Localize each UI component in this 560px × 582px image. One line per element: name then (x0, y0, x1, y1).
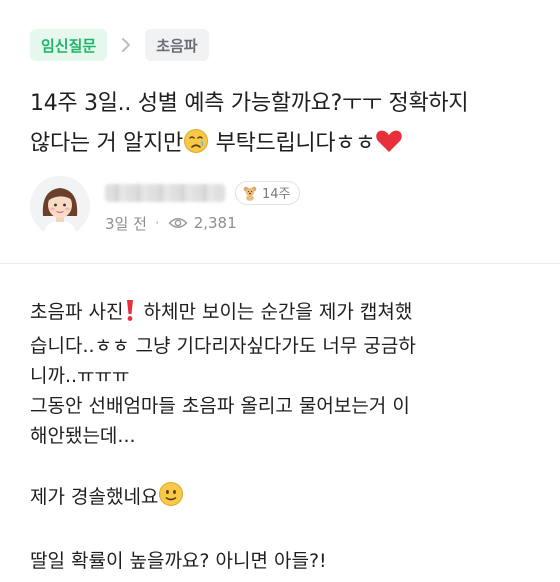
pregnancy-week-badge: 14주 (235, 180, 300, 205)
eye-icon (168, 216, 188, 230)
post-title-text-a: 않다는 거 알지만 (30, 131, 183, 156)
view-count: 2,381 (193, 214, 237, 232)
body-line: 초음파 사진 하체만 보이는 순간을 제가 캡쳐했 (30, 297, 535, 331)
exclamation-emoji-icon (123, 298, 137, 331)
avatar[interactable] (30, 176, 90, 236)
teddy-bear-icon (243, 186, 257, 201)
heart-emoji-icon (375, 128, 403, 168)
post-title-text-b: 부탁드립니다ㅎㅎ (208, 131, 376, 156)
body-line: 제가 경솔했네요 (30, 481, 535, 516)
crying-face-emoji-icon (183, 128, 209, 168)
author-row: 14주 (105, 179, 300, 207)
week-badge-label: 14주 (262, 187, 291, 202)
post-title: 14주 3일.. 성별 예측 가능할까요?ㅜㅜ 정확하지 않다는 거 알지만 부… (30, 84, 535, 168)
post-title-line2: 않다는 거 알지만 부탁드립니다ㅎㅎ (30, 124, 535, 168)
smiling-face-emoji-icon (158, 481, 184, 516)
divider (0, 263, 560, 264)
body-line: 딸일 확률이 높을까요? 아니면 아들?! (30, 550, 327, 572)
body-line: 니까..ㅠㅠㅠ (30, 365, 130, 387)
subcategory-chip[interactable]: 초음파 (145, 29, 209, 61)
breadcrumb: 임신질문 초음파 (30, 29, 209, 61)
body-text: 초음파 사진 (30, 301, 124, 323)
body-line: 습니다..ㅎㅎ 그냥 기다리자싶다가도 너무 궁금하 (30, 335, 416, 357)
nickname-blurred[interactable] (105, 183, 225, 202)
category-chip[interactable]: 임신질문 (30, 29, 108, 61)
body-line: 그동안 선배엄마들 초음파 올리고 물어보는거 이 (30, 395, 410, 417)
chevron-right-icon (114, 29, 138, 61)
separator-dot: · (154, 214, 160, 232)
post-stats: 3일 전 · 2,381 (105, 213, 300, 234)
post-time: 3일 전 (105, 214, 147, 233)
body-line: 해안됐는데... (30, 425, 136, 447)
post-body: 초음파 사진 하체만 보이는 순간을 제가 캡쳐했 습니다..ㅎㅎ 그냥 기다리… (30, 297, 535, 576)
author-meta: 14주 3일 전 · 2,381 (105, 179, 300, 234)
author-block: 14주 3일 전 · 2,381 (30, 176, 300, 236)
body-text: 하체만 보이는 순간을 제가 캡쳐했 (137, 301, 413, 323)
post-title-line1: 14주 3일.. 성별 예측 가능할까요?ㅜㅜ 정확하지 (30, 91, 469, 116)
body-text: 제가 경솔했네요 (30, 486, 159, 508)
